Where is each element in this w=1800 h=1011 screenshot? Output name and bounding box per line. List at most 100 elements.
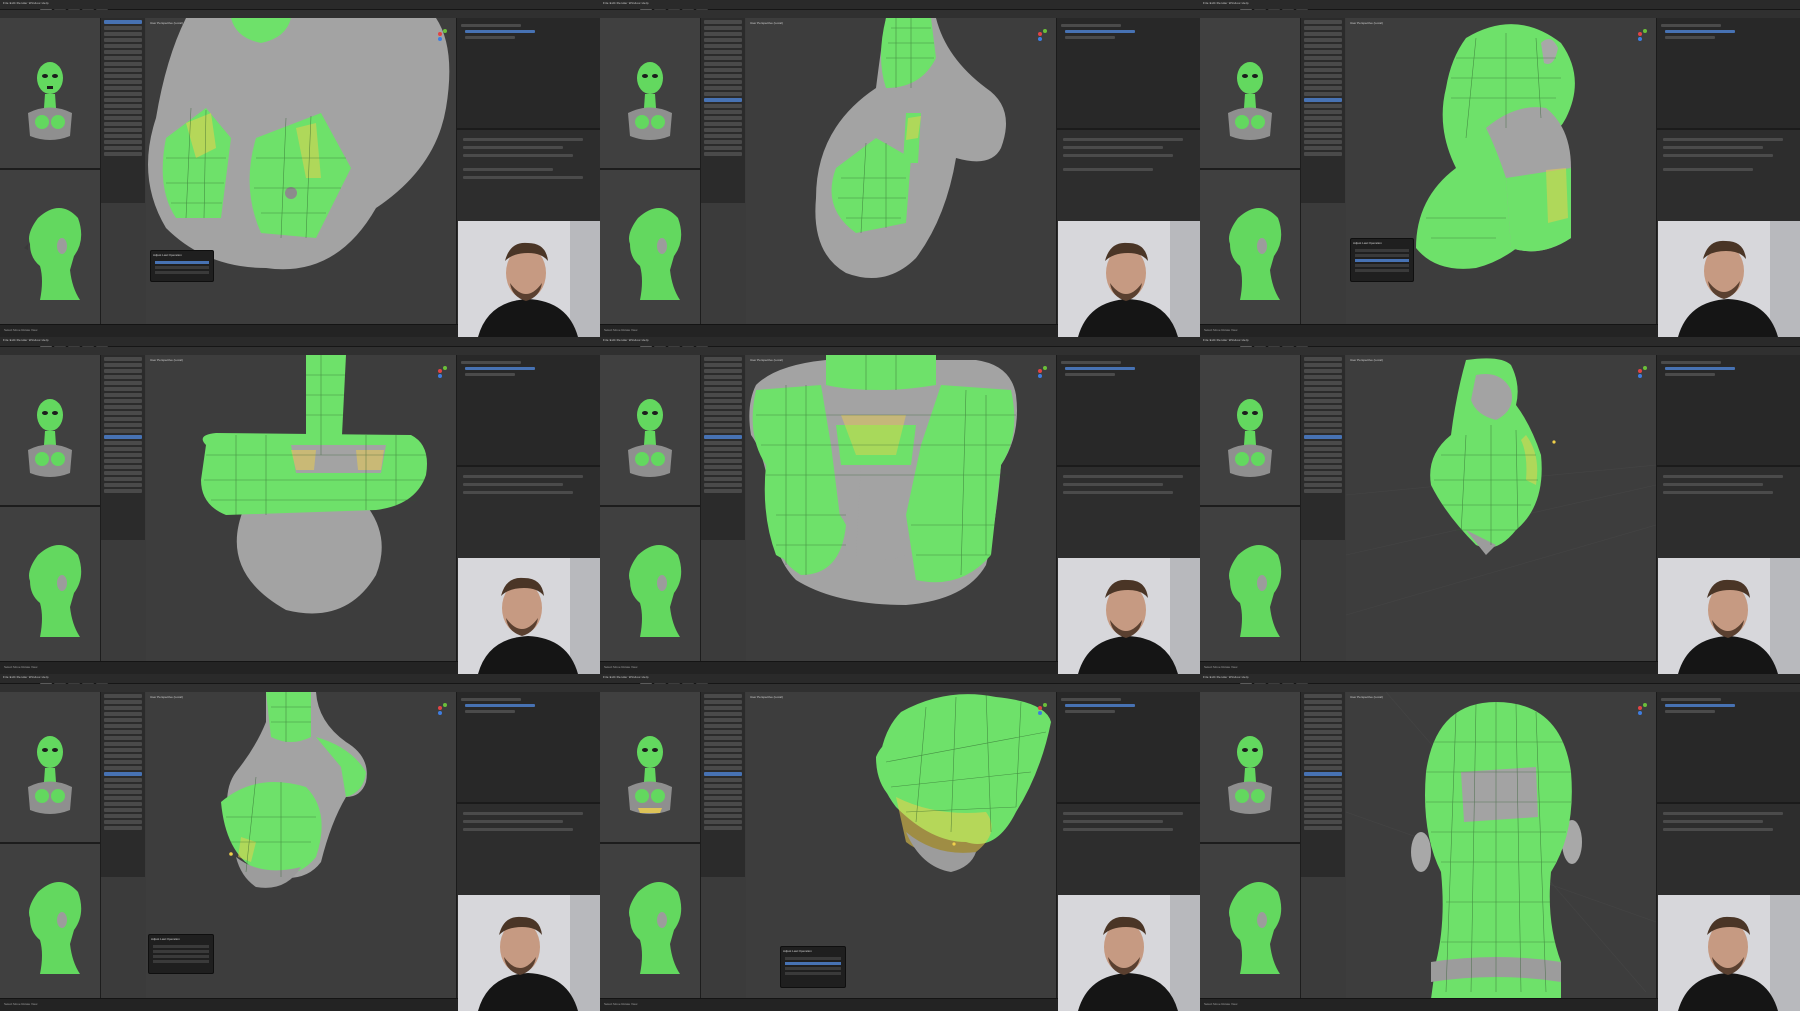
outliner[interactable]: [457, 692, 600, 804]
operation-popup[interactable]: Adjust Last Operation: [150, 250, 214, 282]
workspace-tabs[interactable]: [1240, 338, 1310, 351]
operation-popup[interactable]: Adjust Last Operation: [780, 946, 846, 988]
nav-gizmo[interactable]: [1032, 363, 1048, 379]
reference-front: [0, 355, 100, 507]
workspace-tabs[interactable]: [1240, 675, 1310, 688]
reference-side: [1200, 170, 1300, 325]
popup-title: Adjust Last Operation: [783, 949, 812, 953]
header-toolbar[interactable]: [1200, 10, 1800, 18]
reference-panel: [0, 18, 101, 325]
3d-viewport[interactable]: User Perspective (Local): [146, 355, 456, 662]
viewport-info: User Perspective (Local): [1350, 358, 1383, 362]
tool-list[interactable]: [1301, 18, 1345, 203]
reference-front: [600, 355, 700, 507]
header-toolbar[interactable]: [600, 347, 1200, 355]
reference-side: [0, 507, 100, 662]
reference-panel: [0, 355, 101, 662]
workspace-tabs[interactable]: [640, 675, 710, 688]
nav-gizmo[interactable]: [1032, 26, 1048, 42]
top-menu-bar: File Edit Render Window Help: [1200, 0, 1800, 14]
top-menu-bar: File Edit Render Window Help: [600, 0, 1200, 14]
header-toolbar[interactable]: [1200, 347, 1800, 355]
tool-list[interactable]: [701, 355, 745, 540]
outliner[interactable]: [457, 355, 600, 467]
nav-gizmo[interactable]: [1032, 700, 1048, 716]
top-menu-bar: File Edit Render Window Help: [600, 674, 1200, 688]
reference-side: [600, 170, 700, 325]
panel-5: File Edit Render Window Help User Perspe…: [600, 337, 1200, 674]
top-menu-bar: File Edit Render Window Help: [0, 674, 600, 688]
webcam-overlay: [1058, 558, 1200, 674]
outliner[interactable]: [1057, 18, 1200, 130]
tool-list[interactable]: [1301, 692, 1345, 877]
workspace-tabs[interactable]: [40, 338, 110, 351]
header-toolbar[interactable]: [0, 10, 600, 18]
outliner[interactable]: [1057, 692, 1200, 804]
operation-popup[interactable]: Adjust Last Operation: [1350, 238, 1414, 282]
reference-panel: [1200, 692, 1301, 999]
tool-list[interactable]: [101, 355, 145, 540]
nav-gizmo[interactable]: [432, 700, 448, 716]
header-toolbar[interactable]: [600, 10, 1200, 18]
nav-gizmo[interactable]: [432, 363, 448, 379]
workspace-tabs[interactable]: [1240, 1, 1310, 14]
reference-front: [0, 692, 100, 844]
viewport-info: User Perspective (Local): [1350, 21, 1383, 25]
reference-panel: [1200, 355, 1301, 662]
3d-viewport[interactable]: User Perspective (Local): [746, 18, 1056, 325]
panel-6: File Edit Render Window Help User Perspe…: [1200, 337, 1800, 674]
outliner[interactable]: [1657, 18, 1800, 130]
workspace-tabs[interactable]: [640, 1, 710, 14]
reference-panel: [600, 355, 701, 662]
3d-viewport[interactable]: User Perspective (Local): [1346, 355, 1656, 662]
top-menu-bar: File Edit Render Window Help: [600, 337, 1200, 351]
workspace-tabs[interactable]: [40, 1, 110, 14]
reference-side: [600, 507, 700, 662]
webcam-overlay: [1658, 895, 1800, 1011]
3d-viewport[interactable]: User Perspective (Local): [746, 355, 1056, 662]
viewport-info: User Perspective (Local): [150, 695, 183, 699]
viewport-info: User Perspective (Local): [750, 695, 783, 699]
viewport-info: User Perspective (Local): [1350, 695, 1383, 699]
reference-front: [600, 18, 700, 170]
nav-gizmo[interactable]: [432, 26, 448, 42]
outliner[interactable]: [1657, 692, 1800, 804]
outliner[interactable]: [1057, 355, 1200, 467]
workspace-tabs[interactable]: [640, 338, 710, 351]
panel-1: File Edit Render Window Help User Perspe…: [0, 0, 600, 337]
panel-9: File Edit Render Window Help User Perspe…: [1200, 674, 1800, 1011]
tool-list[interactable]: [1301, 355, 1345, 540]
tool-list[interactable]: [101, 692, 145, 877]
top-menu-bar: File Edit Render Window Help: [1200, 337, 1800, 351]
operation-popup[interactable]: Adjust Last Operation: [148, 934, 214, 974]
reference-panel: [0, 692, 101, 999]
top-menu-bar: File Edit Render Window Help: [1200, 674, 1800, 688]
panel-3: File Edit Render Window Help User Perspe…: [1200, 0, 1800, 337]
workspace-tabs[interactable]: [40, 675, 110, 688]
outliner[interactable]: [457, 18, 600, 130]
header-toolbar[interactable]: [0, 684, 600, 692]
header-toolbar[interactable]: [1200, 684, 1800, 692]
tool-list[interactable]: [701, 692, 745, 877]
webcam-overlay: [458, 221, 600, 337]
reference-side: [1200, 507, 1300, 662]
webcam-overlay: [1058, 221, 1200, 337]
3d-viewport[interactable]: User Perspective (Local): [1346, 692, 1656, 999]
nav-gizmo[interactable]: [1632, 26, 1648, 42]
reference-front: [1200, 355, 1300, 507]
panel-2: File Edit Render Window Help User Perspe…: [600, 0, 1200, 337]
webcam-overlay: [1058, 895, 1200, 1011]
reference-panel: [600, 692, 701, 999]
viewport-info: User Perspective (Local): [150, 358, 183, 362]
outliner[interactable]: [1657, 355, 1800, 467]
viewport-info: User Perspective (Local): [150, 21, 183, 25]
header-toolbar[interactable]: [600, 684, 1200, 692]
nav-gizmo[interactable]: [1632, 700, 1648, 716]
top-menu-bar: File Edit Render Window Help: [0, 0, 600, 14]
nav-gizmo[interactable]: [1632, 363, 1648, 379]
tool-list[interactable]: [701, 18, 745, 203]
tool-list[interactable]: [101, 18, 145, 203]
header-toolbar[interactable]: [0, 347, 600, 355]
popup-title: Adjust Last Operation: [151, 937, 180, 941]
webcam-overlay: [1658, 221, 1800, 337]
